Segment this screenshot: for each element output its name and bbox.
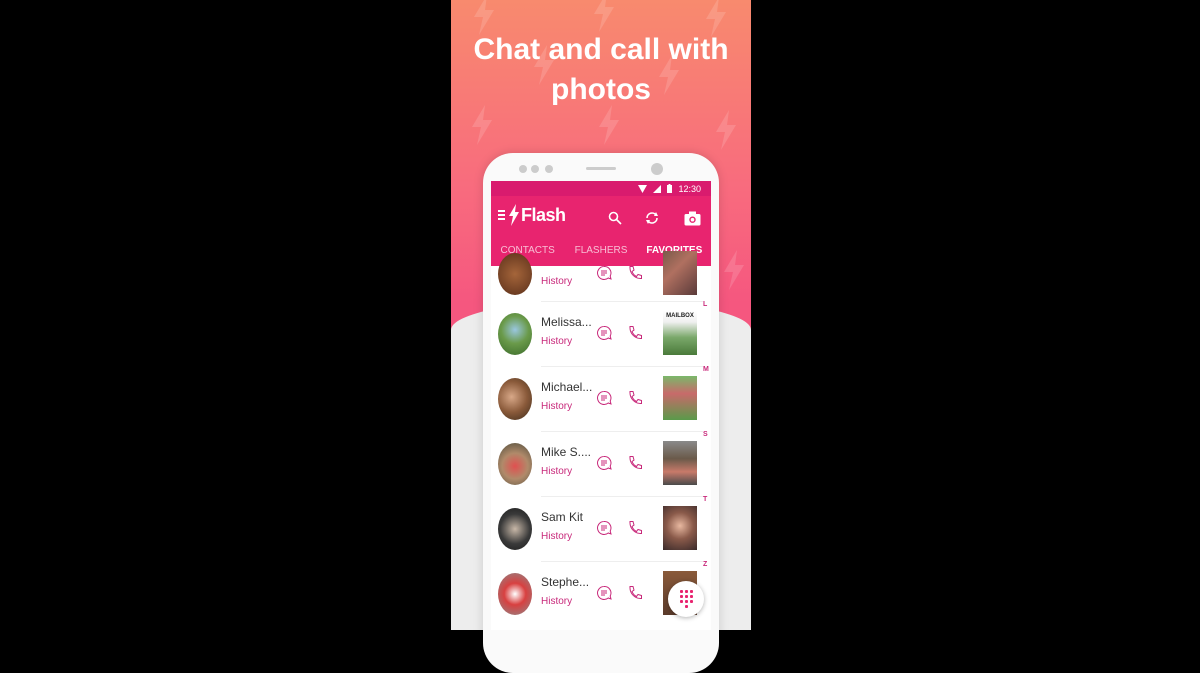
- phone-icon[interactable]: [627, 325, 643, 341]
- chat-icon[interactable]: [596, 455, 612, 471]
- contact-photo-thumbnail[interactable]: MAILBOX: [663, 311, 697, 355]
- lightning-bolt-icon: [509, 204, 519, 226]
- list-item[interactable]: S Mike S.... History: [491, 431, 711, 496]
- avatar: [498, 443, 532, 485]
- thumbnail-caption: MAILBOX: [666, 313, 694, 319]
- status-bar: 12:30: [491, 181, 711, 196]
- chat-icon[interactable]: [596, 265, 612, 281]
- phone-camera: [651, 163, 663, 175]
- dialpad-button[interactable]: [668, 581, 704, 617]
- phone-sensor: [545, 165, 553, 173]
- search-icon: [608, 211, 622, 225]
- phone-icon[interactable]: [627, 520, 643, 536]
- avatar: [498, 253, 532, 295]
- contact-photo-thumbnail[interactable]: [663, 376, 697, 420]
- bg-bolt-icon: [724, 250, 744, 290]
- avatar: [498, 313, 532, 355]
- contact-photo-thumbnail[interactable]: [663, 441, 697, 485]
- chat-icon[interactable]: [596, 585, 612, 601]
- promo-headline-line1: Chat and call with: [473, 33, 729, 66]
- bg-bolt-icon: [599, 105, 619, 145]
- avatar: [498, 573, 532, 615]
- search-button[interactable]: [605, 208, 625, 228]
- index-letter[interactable]: M: [703, 366, 709, 373]
- chat-icon[interactable]: [596, 325, 612, 341]
- list-item[interactable]: M Michael... History: [491, 366, 711, 431]
- phone-sensor: [519, 165, 527, 173]
- contact-name: Melissa...: [541, 315, 592, 329]
- row-divider: [541, 561, 703, 562]
- history-link[interactable]: History: [541, 401, 572, 412]
- chat-icon[interactable]: [596, 390, 612, 406]
- dialpad-icon: [679, 590, 683, 593]
- history-link[interactable]: History: [541, 531, 572, 542]
- bg-bolt-icon: [472, 105, 492, 145]
- avatar: [498, 508, 532, 550]
- camera-button[interactable]: [682, 208, 702, 228]
- phone-icon[interactable]: [627, 265, 643, 281]
- promo-headline-line2: photos: [551, 73, 651, 106]
- chat-icon[interactable]: [596, 520, 612, 536]
- app-name: Flash: [521, 204, 566, 225]
- contact-name: Mike S....: [541, 445, 592, 459]
- list-item[interactable]: T Sam Kit History: [491, 496, 711, 561]
- bg-bolt-icon: [594, 0, 614, 32]
- phone-sensor: [531, 165, 539, 173]
- list-item[interactable]: L Melissa... History MAILBOX: [491, 301, 711, 366]
- refresh-icon: [646, 212, 658, 224]
- phone-icon[interactable]: [627, 390, 643, 406]
- index-letter[interactable]: T: [703, 496, 707, 503]
- contact-photo-thumbnail[interactable]: [663, 506, 697, 550]
- phone-screen: 12:30 Flash CONTACTS FLASHERS FAVORITES …: [491, 181, 711, 630]
- contact-name: Sam Kit: [541, 510, 584, 524]
- menu-icon[interactable]: [498, 210, 505, 220]
- row-divider: [541, 301, 703, 302]
- history-link[interactable]: History: [541, 276, 572, 287]
- refresh-button[interactable]: [642, 208, 662, 228]
- bg-bolt-icon: [716, 110, 736, 150]
- camera-icon: [684, 211, 700, 225]
- row-divider: [541, 431, 703, 432]
- status-time: 12:30: [678, 183, 701, 194]
- avatar: [498, 378, 532, 420]
- phone-icon[interactable]: [627, 455, 643, 471]
- wifi-icon: [638, 184, 648, 193]
- signal-icon: [653, 184, 662, 193]
- contact-photo-thumbnail[interactable]: [663, 251, 697, 295]
- app-logo: Flash: [498, 204, 566, 226]
- index-letter[interactable]: L: [703, 301, 707, 308]
- list-item[interactable]: History: [491, 241, 711, 306]
- index-letter[interactable]: Z: [703, 561, 707, 568]
- battery-icon: [667, 184, 673, 193]
- phone-speaker: [586, 167, 616, 170]
- history-link[interactable]: History: [541, 336, 572, 347]
- history-link[interactable]: History: [541, 466, 572, 477]
- phone-icon[interactable]: [627, 585, 643, 601]
- contact-name: Stephe...: [541, 575, 590, 589]
- index-letter[interactable]: S: [703, 431, 708, 438]
- promo-headline: Chat and call with photos: [451, 30, 751, 110]
- row-divider: [541, 366, 703, 367]
- history-link[interactable]: History: [541, 596, 572, 607]
- contact-name: Michael...: [541, 380, 593, 394]
- row-divider: [541, 496, 703, 497]
